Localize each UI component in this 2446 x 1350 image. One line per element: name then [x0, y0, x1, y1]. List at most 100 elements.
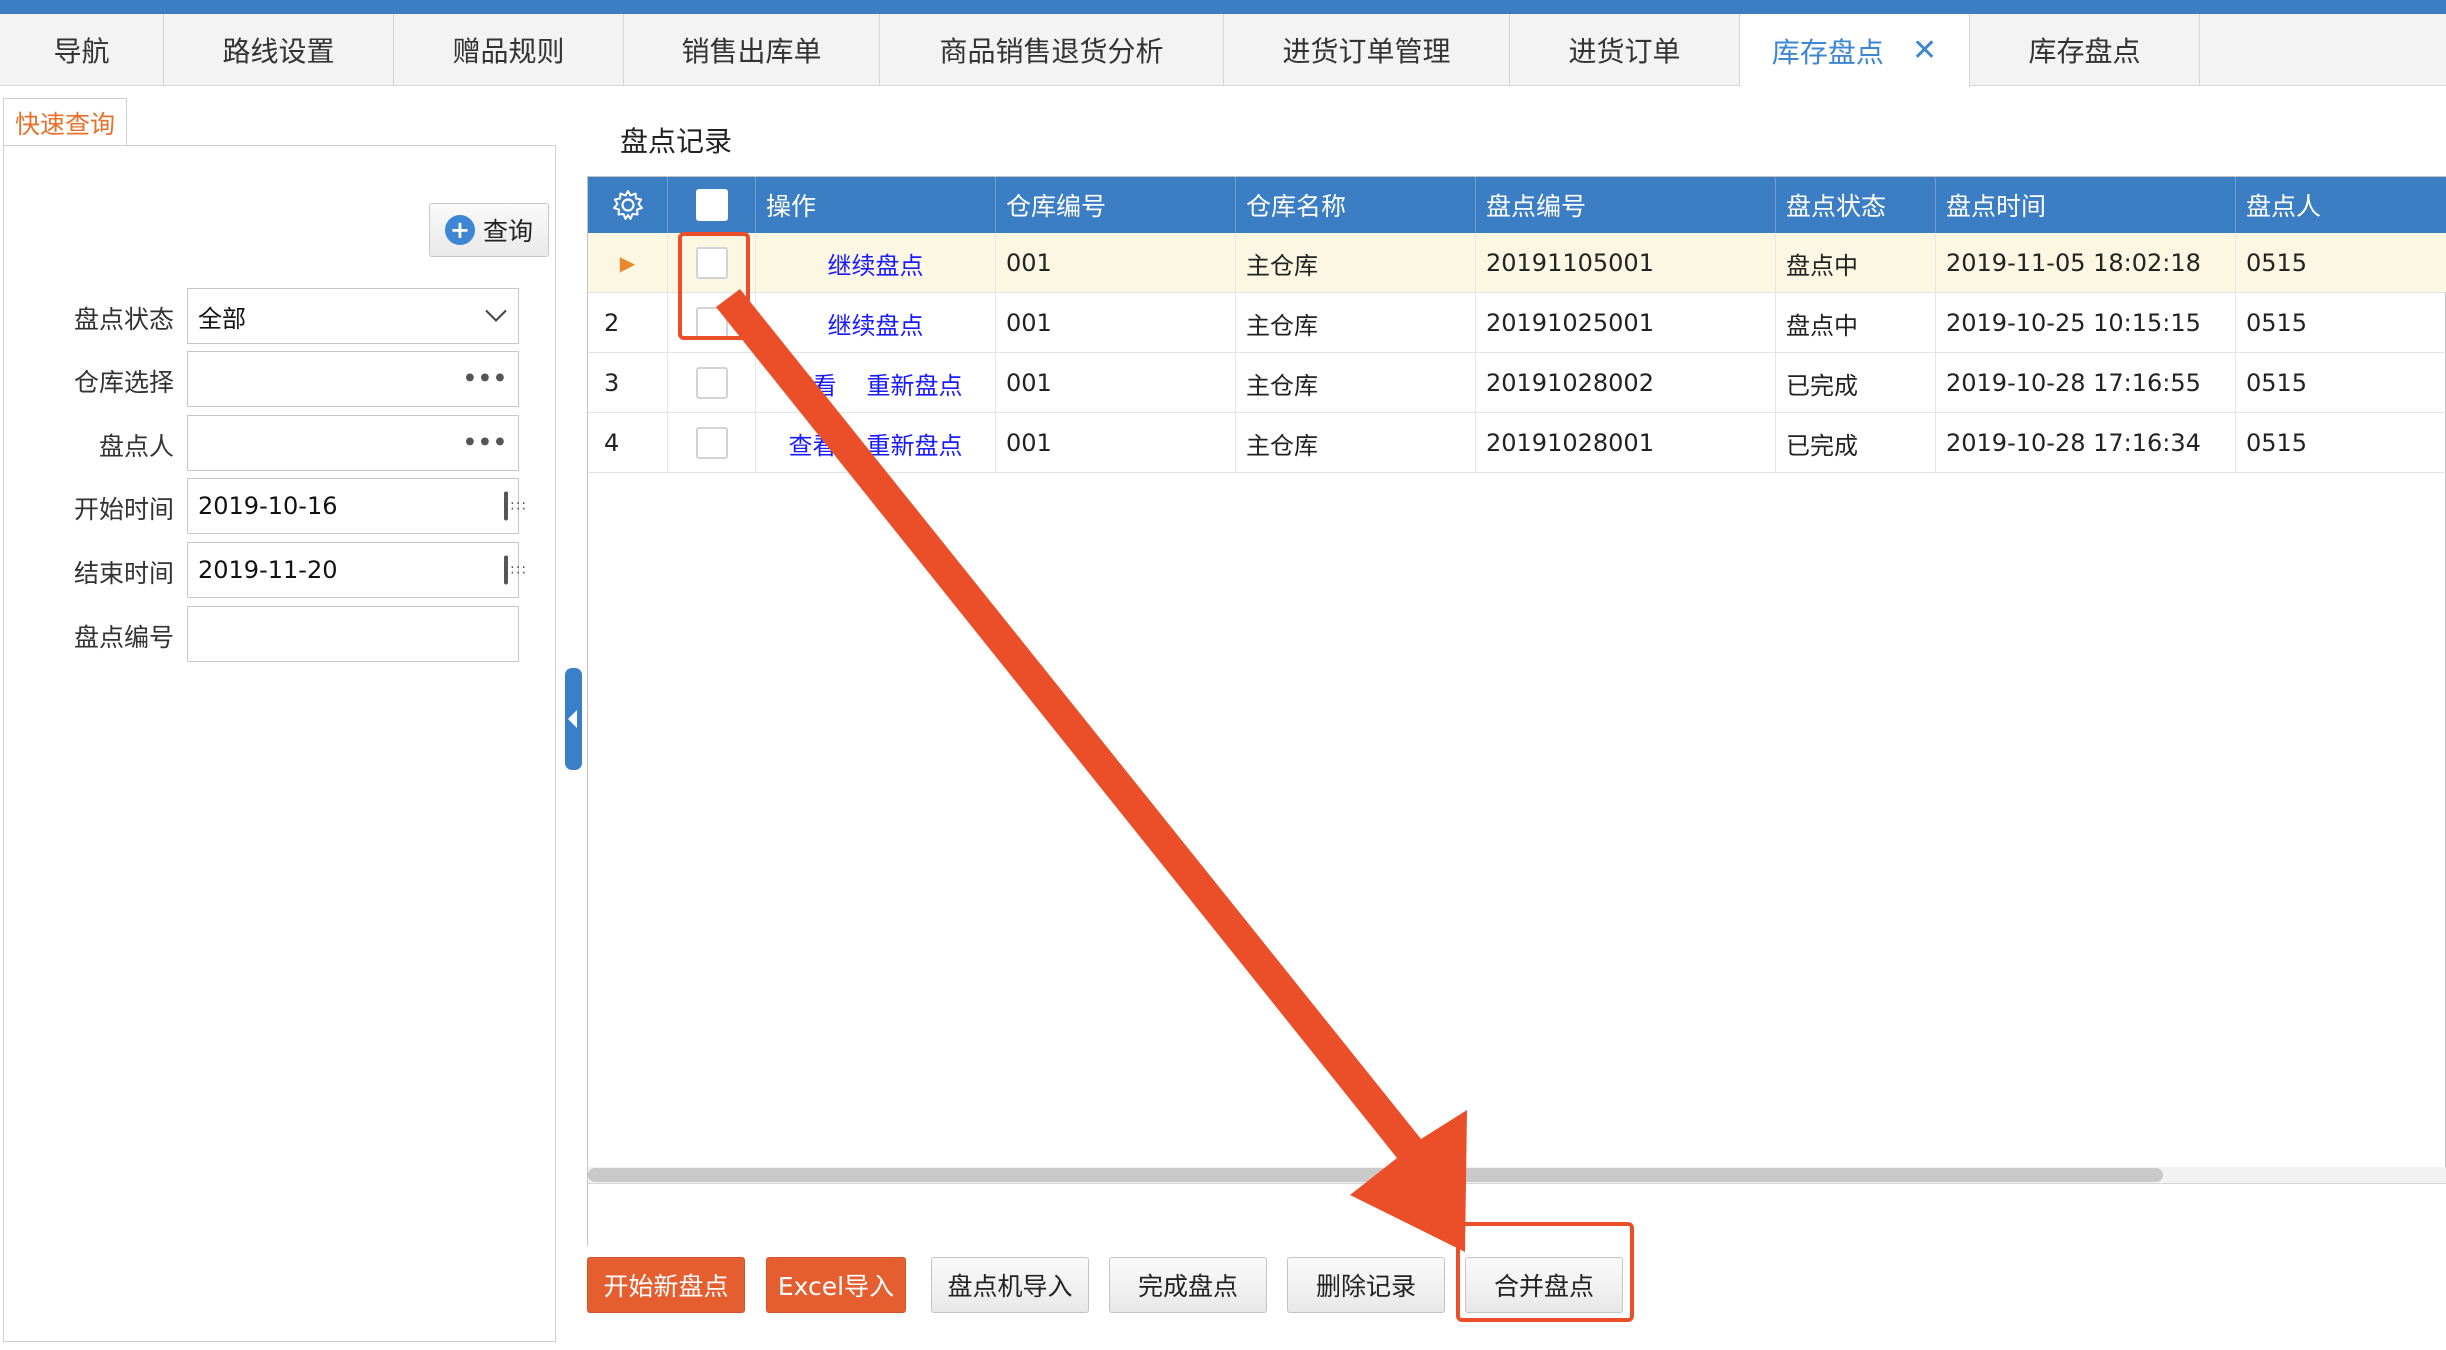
- view-link[interactable]: 查看: [789, 366, 837, 401]
- table-row[interactable]: 4 查看 重新盘点 001 主仓库 20191028001 已完成 2019-1…: [588, 413, 2446, 473]
- cell-warehouse-code: 001: [996, 353, 1236, 413]
- tab-sales-return-analysis[interactable]: 商品销售退货分析: [880, 14, 1224, 86]
- tab-label: 赠品规则: [452, 35, 565, 68]
- warehouse-label: 仓库选择: [73, 368, 174, 397]
- col-header-person[interactable]: 盘点人: [2236, 177, 2446, 233]
- plus-circle-icon: +: [444, 215, 475, 245]
- current-row-indicator: ▶: [619, 251, 636, 275]
- continue-count-link[interactable]: 继续盘点: [828, 306, 924, 341]
- chevron-down-icon: [484, 304, 508, 329]
- cell-status: 盘点中: [1776, 233, 1936, 293]
- tab-purchase-order[interactable]: 进货订单: [1510, 14, 1740, 86]
- tab-route-settings[interactable]: 路线设置: [164, 14, 394, 86]
- cell-warehouse-code: 001: [996, 413, 1236, 473]
- quick-query-tab[interactable]: 快速查询: [3, 98, 127, 146]
- start-date-row: 开始时间 2019-10-16: [4, 478, 557, 534]
- count-code-input[interactable]: [187, 606, 519, 662]
- cell-warehouse-code: 001: [996, 293, 1236, 353]
- tab-nav[interactable]: 导航: [0, 14, 164, 86]
- cell-row-number: 4: [588, 413, 668, 473]
- tab-inventory-count[interactable]: 库存盘点: [1970, 14, 2200, 86]
- horizontal-scrollbar[interactable]: [588, 1167, 2446, 1183]
- cell-time: 2019-11-05 18:02:18: [1936, 233, 2236, 293]
- cell-status: 已完成: [1776, 353, 1936, 413]
- excel-import-button[interactable]: Excel导入: [766, 1257, 906, 1313]
- start-new-count-button[interactable]: 开始新盘点: [587, 1257, 745, 1313]
- close-icon[interactable]: ✕: [1912, 33, 1937, 68]
- scrollbar-thumb[interactable]: [588, 1168, 2163, 1182]
- end-date-input[interactable]: 2019-11-20: [187, 542, 519, 598]
- tab-bar: 导航 路线设置 赠品规则 销售出库单 商品销售退货分析 进货订单管理 进货订单 …: [0, 14, 2446, 87]
- cell-warehouse-code: 001: [996, 233, 1236, 293]
- panel-collapse-handle[interactable]: [565, 668, 582, 770]
- cell-count-code: 20191105001: [1476, 233, 1776, 293]
- counter-row: 盘点人 •••: [4, 415, 557, 471]
- status-select[interactable]: 全部: [187, 288, 519, 344]
- records-grid: 操作 仓库编号 仓库名称 盘点编号 盘点状态 盘点时间 盘点人 ▶ 继续盘点 0…: [587, 176, 2446, 1247]
- checkbox-highlight-annotation: [678, 232, 750, 340]
- section-title: 盘点记录: [620, 125, 733, 158]
- tab-label: 路线设置: [222, 35, 335, 68]
- select-all-checkbox[interactable]: [668, 177, 756, 233]
- status-label: 盘点状态: [73, 305, 174, 334]
- calendar-icon[interactable]: [504, 555, 508, 585]
- start-date-value: 2019-10-16: [198, 492, 338, 520]
- col-header-count-code[interactable]: 盘点编号: [1476, 177, 1776, 233]
- tab-purchase-order-mgmt[interactable]: 进货订单管理: [1224, 14, 1510, 86]
- table-row[interactable]: ▶ 继续盘点 001 主仓库 20191105001 盘点中 2019-11-0…: [588, 233, 2446, 293]
- query-button-label: 查询: [482, 217, 533, 246]
- warehouse-row: 仓库选择 •••: [4, 351, 557, 407]
- quick-query-panel: 快速查询 + 查询 盘点状态 全部 仓库选择 ••• 盘点人 ••• 开始时间 …: [0, 98, 556, 1342]
- more-icon[interactable]: •••: [463, 367, 508, 392]
- merge-highlight-annotation: [1456, 1222, 1634, 1322]
- device-import-button[interactable]: 盘点机导入: [931, 1257, 1089, 1313]
- end-date-value: 2019-11-20: [198, 556, 338, 584]
- status-row: 盘点状态 全部: [4, 288, 557, 344]
- delete-record-button[interactable]: 删除记录: [1287, 1257, 1445, 1313]
- status-value: 全部: [198, 304, 246, 333]
- table-row[interactable]: 3 查看 重新盘点 001 主仓库 20191028002 已完成 2019-1…: [588, 353, 2446, 413]
- counter-picker[interactable]: •••: [187, 415, 519, 471]
- col-header-warehouse-code[interactable]: 仓库编号: [996, 177, 1236, 233]
- continue-count-link[interactable]: 继续盘点: [828, 246, 924, 281]
- recount-link[interactable]: 重新盘点: [867, 426, 963, 461]
- cell-time: 2019-10-28 17:16:55: [1936, 353, 2236, 413]
- cell-time: 2019-10-25 10:15:15: [1936, 293, 2236, 353]
- count-code-label: 盘点编号: [73, 623, 174, 652]
- col-header-warehouse-name[interactable]: 仓库名称: [1236, 177, 1476, 233]
- more-icon[interactable]: •••: [463, 431, 508, 456]
- cell-warehouse-name: 主仓库: [1236, 233, 1476, 293]
- row-checkbox[interactable]: [695, 367, 728, 399]
- cell-person: 0515: [2246, 249, 2308, 277]
- col-header-time[interactable]: 盘点时间: [1936, 177, 2236, 233]
- cell-status: 盘点中: [1776, 293, 1936, 353]
- tab-inventory-count-active[interactable]: 库存盘点 ✕: [1740, 14, 1970, 87]
- gear-icon[interactable]: [588, 177, 668, 233]
- col-header-ops[interactable]: 操作: [756, 177, 996, 233]
- cell-count-code: 20191025001: [1476, 293, 1776, 353]
- cell-count-code: 20191028002: [1476, 353, 1776, 413]
- start-date-input[interactable]: 2019-10-16: [187, 478, 519, 534]
- calendar-icon[interactable]: [504, 491, 508, 521]
- tab-label: 库存盘点: [2028, 35, 2141, 68]
- cell-warehouse-name: 主仓库: [1236, 293, 1476, 353]
- cell-count-code: 20191028001: [1476, 413, 1776, 473]
- cell-warehouse-name: 主仓库: [1236, 413, 1476, 473]
- table-row[interactable]: 2 继续盘点 001 主仓库 20191025001 盘点中 2019-10-2…: [588, 293, 2446, 353]
- grid-header: 操作 仓库编号 仓库名称 盘点编号 盘点状态 盘点时间 盘点人: [588, 177, 2446, 233]
- quick-query-form: + 查询 盘点状态 全部 仓库选择 ••• 盘点人 ••• 开始时间 2019-…: [3, 145, 556, 1342]
- view-link[interactable]: 查看: [789, 426, 837, 461]
- warehouse-picker[interactable]: •••: [187, 351, 519, 407]
- row-checkbox[interactable]: [695, 427, 728, 459]
- col-header-status[interactable]: 盘点状态: [1776, 177, 1936, 233]
- cell-warehouse-name: 主仓库: [1236, 353, 1476, 413]
- cell-person: 0515: [2246, 309, 2308, 337]
- end-date-label: 结束时间: [73, 559, 174, 588]
- finish-count-button[interactable]: 完成盘点: [1109, 1257, 1267, 1313]
- query-button[interactable]: + 查询: [429, 203, 549, 257]
- recount-link[interactable]: 重新盘点: [867, 366, 963, 401]
- tab-gift-rules[interactable]: 赠品规则: [394, 14, 624, 86]
- end-date-row: 结束时间 2019-11-20: [4, 542, 557, 598]
- tab-sales-outbound[interactable]: 销售出库单: [624, 14, 880, 86]
- cell-row-number: 3: [588, 353, 668, 413]
